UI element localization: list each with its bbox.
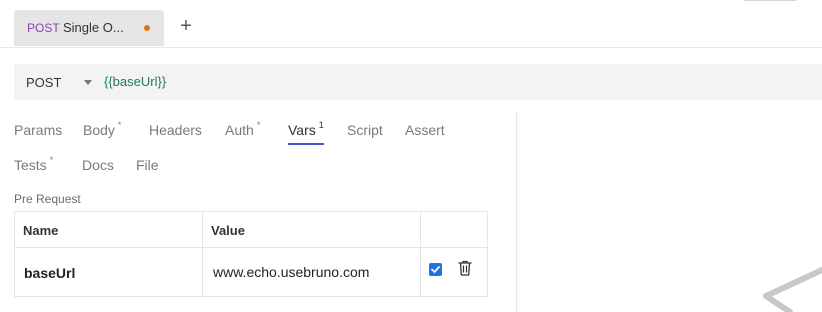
tab-label: Script <box>347 122 383 138</box>
trash-icon[interactable] <box>457 259 473 277</box>
tab-marker: * <box>117 120 122 130</box>
pane-divider[interactable] <box>516 112 517 312</box>
chevron-down-icon[interactable] <box>84 80 92 85</box>
enabled-checkbox[interactable] <box>429 263 442 276</box>
tab-marker: * <box>256 120 261 130</box>
table-row: baseUrl www.echo.usebruno.com <box>15 248 487 296</box>
tab-body[interactable]: Body * <box>83 120 122 138</box>
request-tab-name: Single O... <box>63 20 124 35</box>
url-bar: POST {{baseUrl}} <box>14 64 822 100</box>
window-edge-divider <box>744 0 796 1</box>
tab-label: Params <box>14 122 63 138</box>
table-header: Name Value <box>15 212 487 248</box>
tab-label: Tests <box>14 157 47 173</box>
vars-table: Name Value baseUrl www.echo.usebruno.com <box>14 211 488 297</box>
unsaved-indicator-icon <box>144 25 150 31</box>
tab-assert[interactable]: Assert <box>405 122 445 138</box>
header-cell-name: Name <box>15 212 203 247</box>
tab-label: Assert <box>405 122 445 138</box>
var-name-cell[interactable]: baseUrl <box>15 248 203 296</box>
header-cell-actions <box>421 212 487 247</box>
new-tab-button[interactable]: + <box>174 14 198 38</box>
tab-marker: * <box>49 155 54 165</box>
request-tab-method: POST <box>27 21 60 35</box>
tab-file[interactable]: File <box>136 157 159 173</box>
tab-tests[interactable]: Tests * <box>14 155 54 173</box>
tab-label: Docs <box>82 157 114 173</box>
url-input[interactable]: {{baseUrl}} <box>104 74 166 89</box>
var-value: www.echo.usebruno.com <box>213 264 370 280</box>
method-selector[interactable]: POST <box>26 75 61 90</box>
tab-label: Body <box>83 122 115 138</box>
column-header-name: Name <box>23 223 59 238</box>
request-tab[interactable]: POST Single O... <box>14 10 164 46</box>
header-cell-value: Value <box>203 212 421 247</box>
active-tab-underline <box>288 143 324 145</box>
tab-label: File <box>136 157 159 173</box>
tab-headers[interactable]: Headers <box>149 122 202 138</box>
column-header-value: Value <box>211 223 245 238</box>
tab-label: Vars <box>288 122 316 138</box>
tab-script[interactable]: Script <box>347 122 383 138</box>
section-label-pre-request: Pre Request <box>14 192 81 206</box>
var-name: baseUrl <box>24 265 76 281</box>
tab-docs[interactable]: Docs <box>82 157 114 173</box>
tab-vars[interactable]: Vars 1 <box>288 120 324 145</box>
tab-auth[interactable]: Auth * <box>225 120 261 138</box>
tab-marker: 1 <box>318 120 324 130</box>
checkmark-icon <box>431 266 440 273</box>
var-value-cell[interactable]: www.echo.usebruno.com <box>203 248 421 296</box>
var-actions-cell <box>421 248 487 296</box>
tab-label: Auth <box>225 122 254 138</box>
empty-response-illustration <box>763 267 822 312</box>
tab-label: Headers <box>149 122 202 138</box>
tab-params[interactable]: Params <box>14 122 62 138</box>
request-tab-bar: POST Single O... + <box>0 0 822 48</box>
